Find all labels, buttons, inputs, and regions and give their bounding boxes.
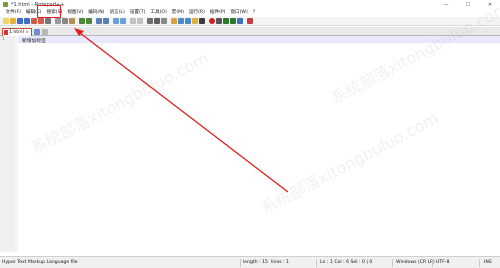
close-icon[interactable] — [31, 18, 37, 24]
current-line-highlight — [18, 36, 500, 43]
find-icon[interactable] — [96, 18, 102, 24]
toolbar — [0, 17, 500, 26]
menu-settings[interactable]: 设置(T) — [127, 9, 148, 17]
menu-encoding[interactable]: 编码(N) — [86, 9, 107, 17]
zoom-out-icon[interactable] — [120, 18, 126, 24]
doc-map-icon[interactable] — [178, 18, 184, 24]
menu-tools[interactable]: 工具(O) — [148, 9, 169, 17]
play-multiple-icon[interactable] — [230, 18, 236, 24]
minimize-button[interactable]: — — [440, 0, 452, 9]
save-all-icon[interactable] — [24, 18, 30, 24]
save-icon[interactable] — [17, 18, 23, 24]
notepad-plus-plus-icon — [3, 2, 8, 7]
menu-file[interactable]: 文件(F) — [3, 9, 23, 17]
menu-help[interactable]: ? — [250, 9, 257, 17]
window-controls: — ☐ ✕ — [440, 0, 496, 9]
menu-plugins[interactable]: 插件(P) — [207, 9, 228, 17]
menu-view[interactable]: 视图(V) — [65, 9, 86, 17]
new-file-icon[interactable] — [3, 18, 9, 24]
udl-icon[interactable] — [171, 18, 177, 24]
annotation-highlight-box — [37, 5, 61, 18]
status-eol: Windows (CR LF) — [396, 260, 435, 265]
record-icon[interactable] — [209, 18, 215, 24]
save-macro-icon[interactable] — [237, 18, 243, 24]
status-language: Hyper Text Markup Language file — [2, 260, 78, 265]
redo-icon[interactable] — [86, 18, 92, 24]
maximize-button[interactable]: ☐ — [462, 0, 474, 9]
sync-h-icon[interactable] — [137, 18, 143, 24]
zoom-in-icon[interactable] — [113, 18, 119, 24]
status-length: length : 15 — [243, 260, 268, 265]
stop-icon[interactable] — [216, 18, 222, 24]
menu-macro[interactable]: 宏(M) — [169, 9, 186, 17]
close-all-icon[interactable] — [38, 18, 44, 24]
close-window-button[interactable]: ✕ — [484, 0, 496, 9]
tab-1-html[interactable]: 1.html x — [2, 28, 32, 36]
tab-list-icon[interactable] — [42, 29, 48, 35]
folder-workspace-icon[interactable] — [192, 18, 198, 24]
sync-v-icon[interactable] — [130, 18, 136, 24]
new-tab-icon[interactable] — [34, 29, 40, 35]
play-icon[interactable] — [223, 18, 229, 24]
copy-icon[interactable] — [62, 18, 68, 24]
open-file-icon[interactable] — [10, 18, 16, 24]
undo-icon[interactable] — [79, 18, 85, 24]
status-encoding: UTF-8 — [436, 260, 450, 265]
menu-run[interactable]: 运行(R) — [186, 9, 207, 17]
tab-close-icon[interactable]: x — [26, 30, 29, 35]
status-mode: INS — [484, 260, 492, 265]
tab-label: 1.html — [9, 30, 24, 35]
status-bar: Hyper Text Markup Language file length :… — [0, 256, 500, 268]
cut-icon[interactable] — [55, 18, 61, 24]
spell-icon[interactable] — [247, 18, 253, 24]
tab-bar: 1.html x — [0, 27, 500, 36]
print-icon[interactable] — [45, 18, 51, 24]
code-line[interactable]: 新增加标签 — [22, 37, 46, 44]
replace-icon[interactable] — [103, 18, 109, 24]
line-number: 1 — [2, 37, 5, 42]
line-number-gutter: 1 — [0, 36, 18, 252]
status-position: Ln : 1 Col : 6 Sel : 0 | 0 — [320, 260, 373, 265]
indent-guide-icon[interactable] — [161, 18, 167, 24]
show-all-icon[interactable] — [154, 18, 160, 24]
menu-bar: 文件(F) 编辑(E) 搜索(S) 视图(V) 编码(N) 语言(L) 设置(T… — [0, 9, 500, 17]
word-wrap-icon[interactable] — [147, 18, 153, 24]
function-list-icon[interactable] — [185, 18, 191, 24]
editor-area[interactable]: 1 新增加标签 — [0, 36, 500, 252]
menu-language[interactable]: 语言(L) — [107, 9, 127, 17]
paste-icon[interactable] — [69, 18, 75, 24]
menu-window[interactable]: 窗口(W) — [228, 9, 250, 17]
monitor-icon[interactable] — [199, 18, 205, 24]
title-bar: *1.html - Notepad++ — ☐ ✕ — [0, 0, 500, 9]
unsaved-file-icon — [4, 30, 8, 35]
status-lines: lines : 1 — [271, 260, 290, 265]
fold-margin — [15, 36, 18, 252]
